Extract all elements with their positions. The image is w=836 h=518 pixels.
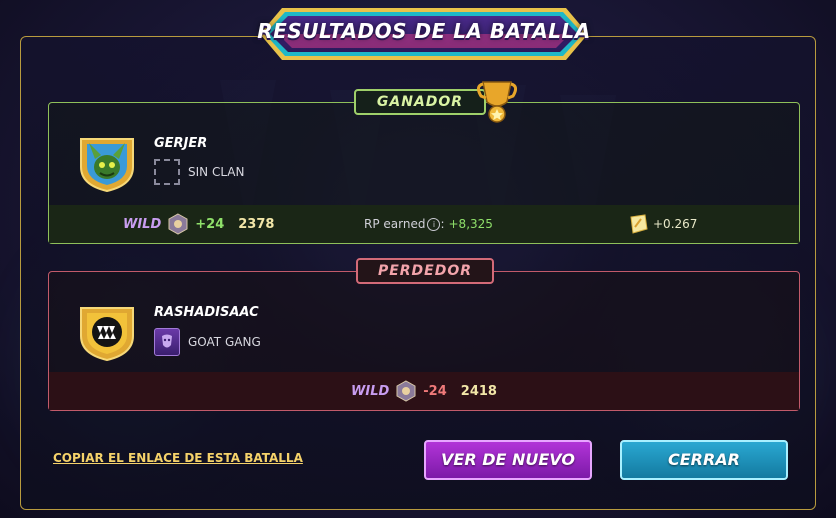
rp-earned-label: RP earned	[364, 217, 426, 231]
loser-clan-label: GOAT GANG	[188, 335, 261, 349]
close-button[interactable]: CERRAR	[620, 440, 788, 480]
player-avatar	[80, 138, 134, 193]
empty-clan-icon	[154, 159, 180, 185]
title-banner: RESULTADOS DE LA BATALLA	[252, 4, 596, 64]
winner-rating: 2378	[238, 216, 275, 232]
wild-league-icon	[168, 213, 188, 235]
loser-clan: GOAT GANG	[154, 328, 261, 356]
winner-rating-change: +24	[195, 216, 225, 232]
copy-battle-link[interactable]: COPIAR EL ENLACE DE ESTA BATALLA	[53, 451, 303, 465]
page-title: RESULTADOS DE LA BATALLA	[257, 19, 591, 43]
replay-button[interactable]: VER DE NUEVO	[424, 440, 592, 480]
trophy-icon	[477, 81, 517, 123]
loser-league: WILD	[351, 383, 390, 399]
winner-tag: GANADOR	[354, 89, 486, 115]
loser-panel: PERDEDOR RASHADISAAC GOAT GANG WILD -24 …	[48, 258, 800, 411]
winner-clan: SIN CLAN	[154, 159, 244, 185]
goat-gang-clan-icon	[154, 328, 180, 356]
wild-league-icon	[396, 380, 416, 402]
winner-player-name[interactable]: GERJER	[154, 136, 207, 151]
player-avatar	[80, 307, 134, 362]
winner-stats-bar: WILD +24 2378 RP earned i : +8,325 +0.26…	[49, 205, 799, 243]
info-icon[interactable]: i	[427, 217, 441, 231]
loser-player-name[interactable]: RASHADISAAC	[154, 305, 259, 320]
winner-clan-label: SIN CLAN	[188, 165, 245, 179]
loser-stats-bar: WILD -24 2418	[49, 372, 799, 410]
sps-token-icon	[630, 214, 648, 234]
sps-reward-value: +0.267	[653, 217, 698, 231]
rp-earned-value: +8,325	[448, 217, 493, 231]
winner-panel: GANADOR GERJER SIN CLAN WILD +24 2378 RP…	[48, 81, 800, 244]
winner-league: WILD	[123, 216, 162, 232]
loser-rating: 2418	[460, 383, 497, 399]
loser-tag: PERDEDOR	[356, 258, 494, 284]
loser-rating-change: -24	[423, 383, 447, 399]
